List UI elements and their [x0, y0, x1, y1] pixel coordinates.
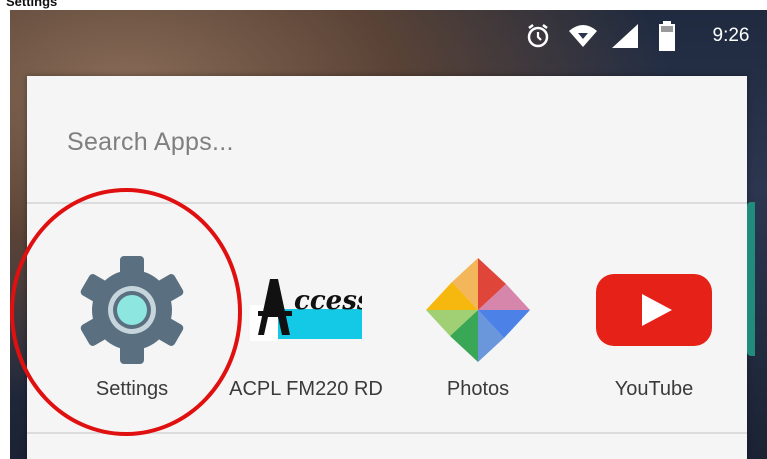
app-label: Photos [446, 378, 510, 400]
photos-pinwheel-icon [418, 250, 538, 370]
battery-icon [654, 21, 680, 51]
search-bar[interactable]: Search Apps... [27, 76, 747, 202]
divider [27, 202, 747, 204]
app-label: ACPL FM220 RD [229, 378, 383, 400]
app-youtube[interactable]: YouTube [569, 240, 739, 440]
page-title: Settings [6, 0, 58, 9]
scrollbar-handle[interactable] [747, 202, 755, 356]
title-strip: Settings [0, 0, 767, 10]
status-bar: 9:26 [10, 10, 767, 62]
app-settings[interactable]: Settings [47, 240, 217, 440]
youtube-icon [594, 250, 714, 370]
search-input[interactable]: Search Apps... [67, 128, 234, 157]
signal-icon [608, 22, 642, 50]
app-drawer: Search Apps... Settings cces ACPL FM220 … [27, 76, 755, 459]
access-logo-icon: ccess [246, 250, 366, 370]
alarm-icon [520, 22, 556, 50]
wifi-icon [566, 22, 600, 50]
settings-gear-icon [72, 250, 192, 370]
divider [27, 432, 747, 434]
svg-text:ccess: ccess [294, 286, 362, 316]
app-label: YouTube [614, 378, 694, 400]
app-acpl-fm220-rd[interactable]: ccess ACPL FM220 RD [221, 240, 391, 440]
app-photos[interactable]: Photos [393, 240, 563, 440]
app-label: Settings [95, 378, 169, 400]
status-time: 9:26 [712, 25, 750, 46]
